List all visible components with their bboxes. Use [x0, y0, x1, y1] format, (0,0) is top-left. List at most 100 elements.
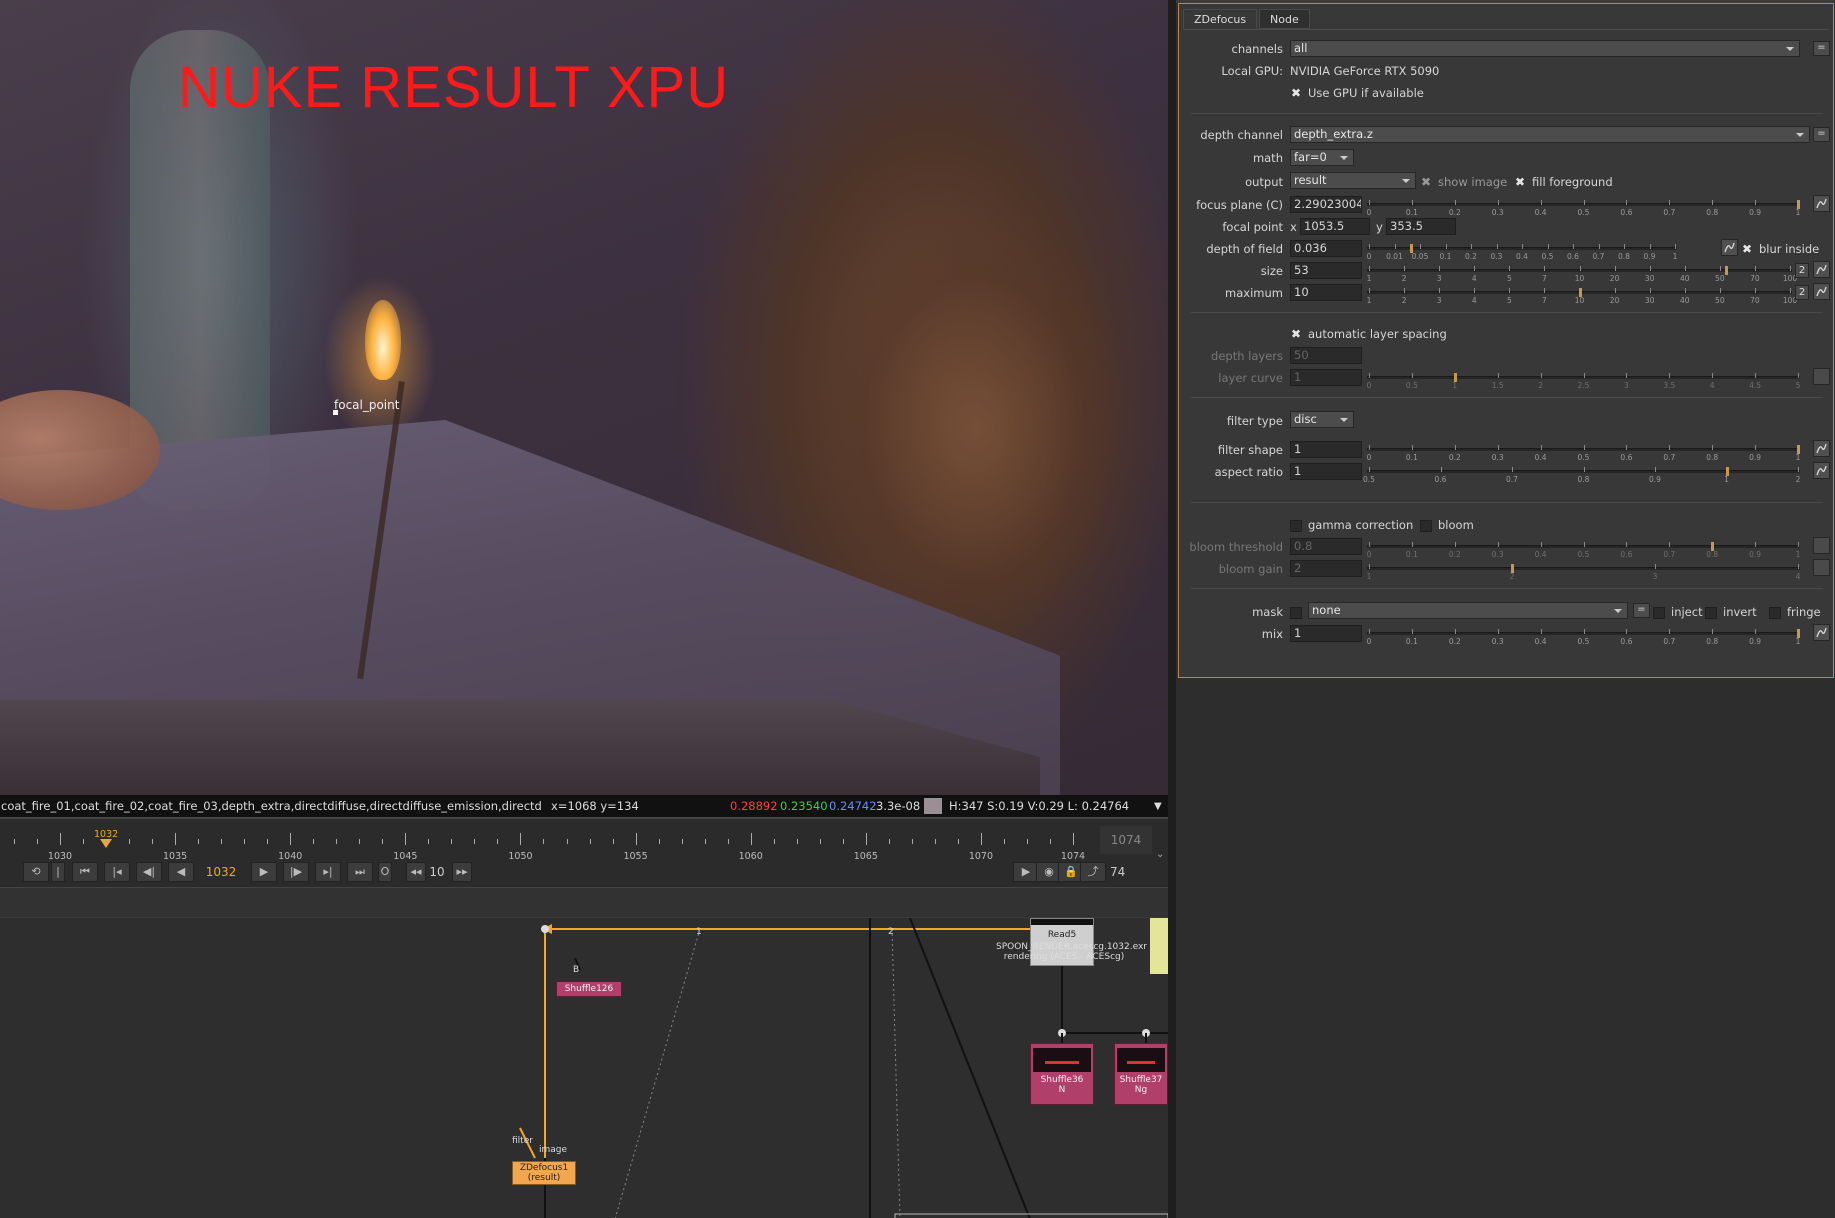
blur-inside-checkbox[interactable]: ✖ — [1741, 243, 1753, 256]
use-gpu-checkbox[interactable]: ✖ — [1290, 87, 1302, 100]
export-icon[interactable]: ⤴ — [1080, 862, 1106, 882]
loop-mode-icon[interactable]: ⟲ — [23, 862, 49, 882]
shuffle126-node[interactable]: Shuffle126 — [556, 981, 622, 997]
slider-handle[interactable] — [1511, 564, 1514, 573]
depth-channel-select[interactable]: depth_extra.z — [1290, 126, 1810, 143]
output-select[interactable]: result — [1290, 172, 1416, 189]
rewind-increment-icon[interactable]: ◂◂ — [406, 862, 426, 882]
maximum-field[interactable]: 10 — [1290, 284, 1362, 301]
mask-select[interactable]: none — [1308, 602, 1628, 619]
layer-curve-slider[interactable]: 0 0.5 1 1.5 2 2.5 3 3.5 4 4.5 5 — [1367, 369, 1800, 393]
in-point-icon[interactable]: | — [51, 862, 65, 882]
aspect-ratio-field[interactable]: 1 — [1290, 463, 1362, 480]
mix-field[interactable]: 1 — [1290, 625, 1362, 642]
play-forward-icon[interactable]: ▶ — [251, 862, 277, 882]
slider-handle[interactable] — [1711, 542, 1715, 551]
focus-plane-slider[interactable]: 0 0.1 0.2 0.3 0.4 0.5 0.6 0.7 0.8 0.9 1 — [1367, 196, 1800, 220]
bloom-gain-anim-button[interactable] — [1813, 559, 1830, 576]
filter-type-select[interactable]: disc — [1290, 411, 1354, 428]
slider-handle[interactable] — [1410, 244, 1414, 253]
bloom-gain-slider[interactable]: 1 2 3 4 — [1367, 560, 1800, 584]
maximum-slider[interactable]: 1 2 3 4 5 7 10 20 30 40 50 70 100 — [1367, 284, 1797, 308]
first-frame-icon[interactable]: ⏮ — [72, 862, 98, 882]
tab-zdefocus[interactable]: ZDefocus — [1183, 9, 1258, 29]
viewer[interactable]: NUKE RESULT XPU focal_point — [0, 0, 1168, 795]
slider-tick — [1474, 288, 1476, 293]
depth-of-field-slider[interactable]: 0 0.01 0.05 0.1 0.2 0.3 0.4 0.5 0.6 0.7 0.8 0.9 1 — [1367, 240, 1677, 264]
info-dropdown-icon[interactable]: ▼ — [1154, 796, 1162, 817]
end-frame-field[interactable]: 1074 — [1100, 826, 1152, 854]
depth-channel-link-button[interactable]: = — [1813, 127, 1830, 142]
size-field[interactable]: 53 — [1290, 262, 1362, 279]
mix-curve-button[interactable] — [1813, 624, 1830, 641]
tab-node[interactable]: Node — [1259, 9, 1310, 29]
size-curve-button[interactable] — [1813, 261, 1830, 278]
pane-divider[interactable] — [1168, 0, 1176, 1218]
filter-shape-field[interactable]: 1 — [1290, 441, 1362, 458]
step-forward-icon[interactable]: |▶ — [283, 862, 309, 882]
show-image-checkbox[interactable]: ✖ — [1420, 176, 1432, 189]
depth-layers-field[interactable]: 50 — [1290, 347, 1362, 364]
slider-handle[interactable] — [1453, 373, 1457, 382]
inject-checkbox[interactable] — [1653, 607, 1665, 619]
layer-curve-field[interactable]: 1 — [1290, 369, 1362, 386]
bloom-threshold-slider[interactable]: 0 0.1 0.2 0.3 0.4 0.5 0.6 0.7 0.8 0.9 1 — [1367, 538, 1800, 562]
frame-field[interactable]: 1032 — [201, 862, 241, 882]
filter-shape-slider[interactable]: 0 0.1 0.2 0.3 0.4 0.5 0.6 0.7 0.8 0.9 1 — [1367, 441, 1800, 465]
depth-of-field-field[interactable]: 0.036 — [1290, 240, 1362, 257]
size-slider[interactable]: 1 2 3 4 5 7 10 20 30 40 50 70 100 — [1367, 262, 1797, 286]
slider-handle[interactable] — [1797, 445, 1800, 454]
prev-keyframe-icon[interactable]: |◂ — [104, 862, 130, 882]
aspect-ratio-slider[interactable]: 0.5 0.6 0.7 0.8 0.9 1 2 — [1363, 463, 1800, 487]
node-graph[interactable]: B 1 2 filter image Read5 SPOON_RENDER.ac… — [0, 917, 1168, 1218]
timeline-ruler[interactable]: 1032 1030 1035 1040 1045 1050 1055 1060 1065 107… — [0, 819, 1098, 862]
slider-handle[interactable] — [1797, 629, 1800, 638]
invert-checkbox[interactable] — [1705, 607, 1717, 619]
slider-handle[interactable] — [1578, 288, 1582, 297]
maximum-channels-button[interactable]: 2 — [1795, 285, 1809, 300]
increment-field[interactable]: 10 — [426, 862, 448, 882]
next-keyframe-icon[interactable]: ▸| — [315, 862, 341, 882]
channels-select[interactable]: all — [1290, 40, 1800, 57]
mix-slider[interactable]: 0 0.1 0.2 0.3 0.4 0.5 0.6 0.7 0.8 0.9 1 — [1367, 625, 1800, 649]
mask-enable-checkbox[interactable] — [1290, 607, 1302, 619]
mask-link-button[interactable]: = — [1633, 603, 1650, 618]
filter-shape-curve-button[interactable] — [1813, 440, 1830, 457]
forward-increment-icon[interactable]: ▸▸ — [452, 862, 472, 882]
bloom-threshold-anim-button[interactable] — [1813, 537, 1830, 554]
timeline[interactable]: 1032 1030 1035 1040 1045 1050 1055 1060 1065 107… — [0, 817, 1168, 887]
fill-foreground-checkbox[interactable]: ✖ — [1514, 176, 1526, 189]
last-frame-icon[interactable]: ⏭ — [347, 862, 373, 882]
layer-curve-anim-button[interactable] — [1813, 368, 1830, 385]
gamma-correction-checkbox[interactable] — [1290, 520, 1302, 532]
slider-handle[interactable] — [1797, 200, 1800, 209]
out-point-icon[interactable]: O — [378, 862, 392, 882]
zdefocus1-node[interactable]: ZDefocus1 (result) — [512, 1161, 576, 1185]
depth-of-field-curve-button[interactable] — [1721, 239, 1738, 256]
auto-layer-spacing-checkbox[interactable]: ✖ — [1290, 328, 1302, 341]
shuffle37-node[interactable]: Shuffle37 Ng — [1114, 1043, 1168, 1105]
aspect-ratio-curve-button[interactable] — [1813, 462, 1830, 479]
play-backward-icon[interactable]: ◀ — [168, 862, 194, 882]
slider-tick-label: 0.8 — [1706, 550, 1719, 559]
maximum-curve-button[interactable] — [1813, 283, 1830, 300]
bloom-threshold-field[interactable]: 0.8 — [1290, 538, 1362, 555]
local-gpu-label: Local GPU: — [1221, 64, 1283, 78]
slider-handle[interactable] — [1725, 467, 1729, 476]
shuffle36-node[interactable]: Shuffle36 N — [1030, 1043, 1094, 1105]
focal-point-x-field[interactable]: 1053.5 — [1300, 218, 1370, 235]
fringe-checkbox[interactable] — [1769, 607, 1781, 619]
channels-link-button[interactable]: = — [1813, 41, 1830, 56]
bloom-gain-field[interactable]: 2 — [1290, 560, 1362, 577]
focal-point-y-field[interactable]: 353.5 — [1386, 218, 1456, 235]
step-back-icon[interactable]: ◀| — [136, 862, 162, 882]
size-channels-button[interactable]: 2 — [1795, 263, 1809, 278]
fps-field[interactable]: 74 — [1110, 862, 1140, 882]
focus-plane-curve-button[interactable] — [1813, 195, 1830, 212]
slider-track[interactable] — [1367, 567, 1800, 570]
math-select[interactable]: far=0 — [1290, 149, 1354, 166]
focus-plane-field[interactable]: 2.29023004 — [1290, 196, 1362, 213]
slider-tick-label: 0.3 — [1491, 637, 1504, 646]
bloom-checkbox[interactable] — [1420, 520, 1432, 532]
slider-handle[interactable] — [1724, 266, 1728, 275]
